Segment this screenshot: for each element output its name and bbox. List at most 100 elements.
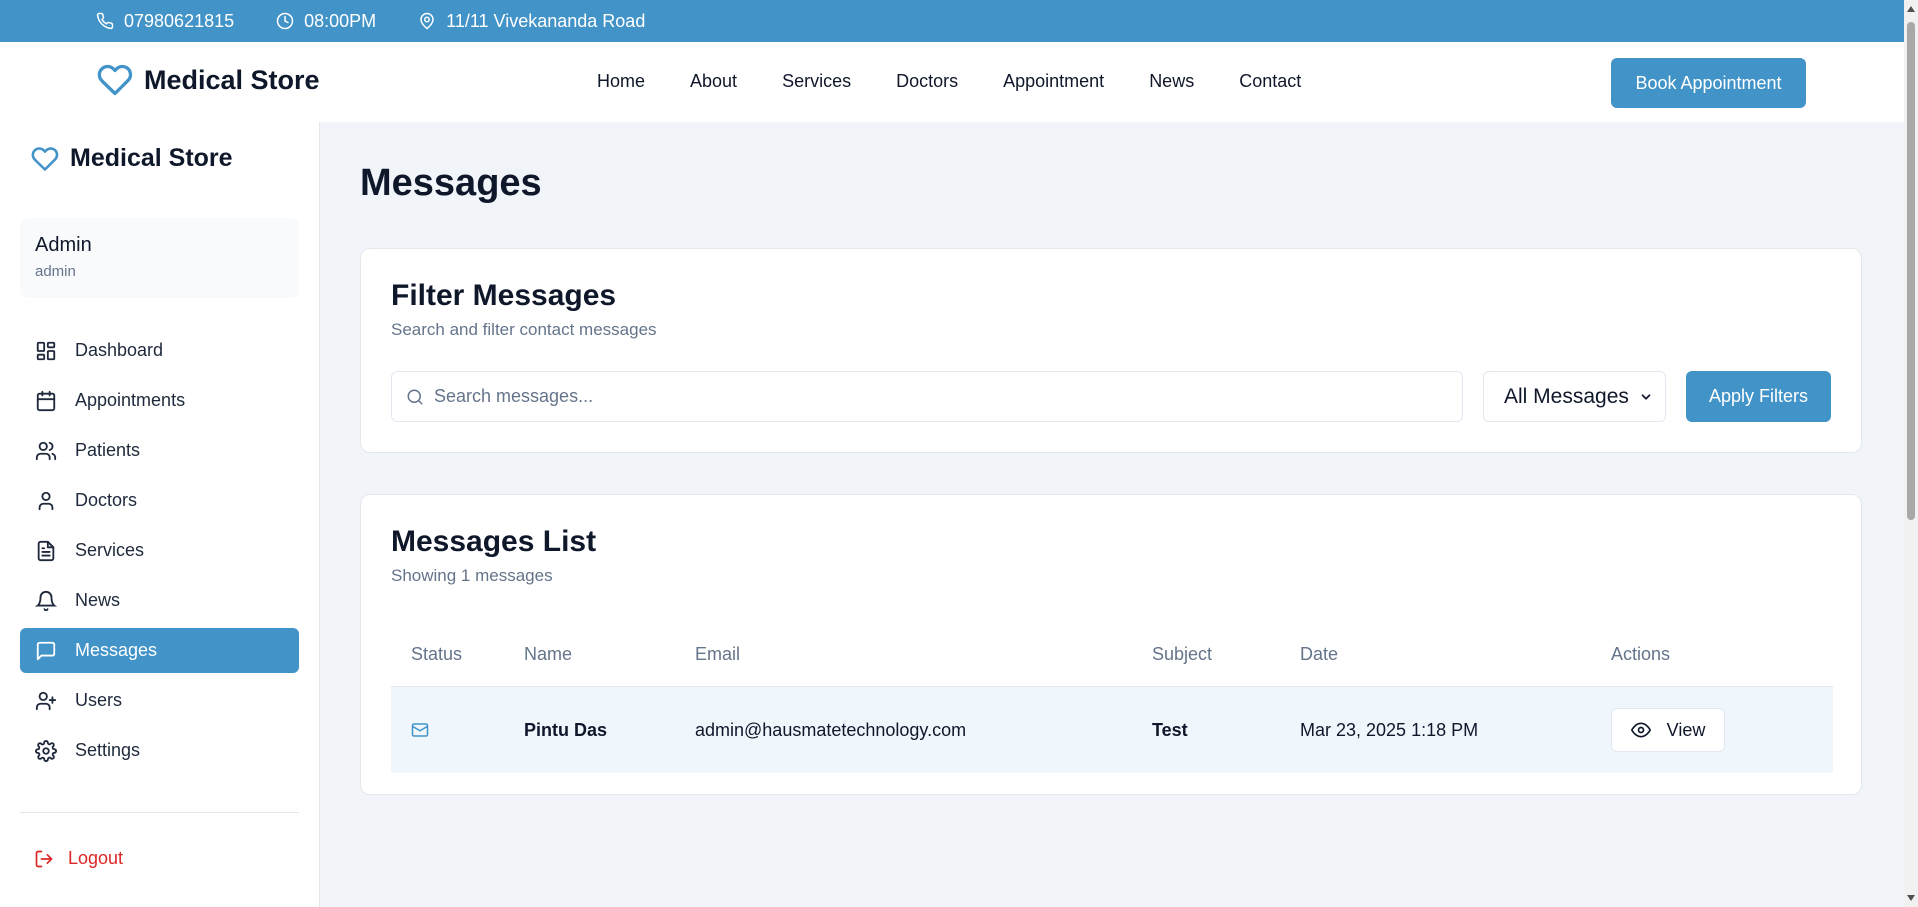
book-appointment-button[interactable]: Book Appointment: [1611, 58, 1806, 108]
gear-icon: [35, 739, 57, 762]
bell-icon: [35, 590, 57, 611]
sidebar-brand-name: Medical Store: [70, 144, 233, 172]
email-cell: admin@hausmatetechnology.com: [695, 719, 967, 740]
sidebar-item-users[interactable]: Users: [20, 678, 299, 723]
sidebar-item-label: Patients: [75, 440, 141, 460]
sidebar-item-patients[interactable]: Patients: [20, 428, 299, 473]
map-pin-icon: [420, 12, 434, 30]
sidebar-item-label: Services: [75, 540, 145, 560]
status-select[interactable]: All Messages: [1483, 371, 1666, 422]
main-content: Messages Filter Messages Search and filt…: [320, 122, 1904, 907]
time-text: 08:00PM: [304, 10, 377, 31]
logout-button[interactable]: Logout: [34, 848, 123, 869]
heart-icon: [97, 64, 133, 96]
sidebar-item-label: Doctors: [75, 490, 138, 510]
heart-icon: [31, 146, 59, 171]
subject-cell: Test: [1152, 719, 1188, 740]
column-header-date: Date: [1300, 644, 1339, 664]
user-icon: [38, 491, 54, 510]
nav-appointment[interactable]: Appointment: [1003, 71, 1104, 92]
sidebar-item-services[interactable]: Services: [20, 528, 299, 573]
phone-info: 07980621815: [96, 11, 234, 32]
sidebar-item-dashboard[interactable]: Dashboard: [20, 328, 299, 373]
sidebar-item-label: Settings: [75, 740, 141, 760]
users-icon: [35, 441, 57, 460]
table-header: Status Name Email Subject Date Actions: [391, 623, 1833, 687]
sidebar-menu: Dashboard Appointments Patients Doctors …: [20, 328, 299, 778]
message-square-icon: [36, 641, 56, 660]
messages-list-card: Messages List Showing 1 messages Status …: [360, 494, 1862, 795]
messages-list-title: Messages List: [391, 525, 597, 558]
filter-card: Filter Messages Search and filter contac…: [360, 248, 1862, 453]
chevron-down-icon: [1641, 393, 1651, 400]
phone-icon: [96, 12, 114, 30]
user-name: Admin: [35, 234, 92, 256]
header-brand[interactable]: Medical Store: [96, 62, 320, 98]
column-header-status: Status: [411, 644, 463, 664]
sidebar-item-label: Appointments: [75, 390, 186, 410]
view-button-label: View: [1666, 719, 1706, 740]
logout-label: Logout: [68, 848, 124, 868]
sidebar-item-messages[interactable]: Messages: [20, 628, 299, 673]
actions-cell: View: [1611, 708, 1833, 752]
scrollbar-thumb[interactable]: [1907, 22, 1915, 520]
eye-icon: [1630, 722, 1651, 738]
search-input[interactable]: [434, 386, 1434, 407]
calendar-icon: [36, 390, 56, 411]
nav-doctors[interactable]: Doctors: [896, 71, 958, 92]
header-brand-name: Medical Store: [144, 64, 320, 95]
table-row[interactable]: Pintu Das admin@hausmatetechnology.com T…: [391, 687, 1833, 773]
admin-sidebar: Medical Store Admin admin Dashboard Appo…: [0, 122, 320, 907]
status-select-value: All Messages: [1504, 384, 1629, 408]
nav-news[interactable]: News: [1149, 71, 1194, 92]
scroll-down-arrow[interactable]: [1907, 895, 1915, 901]
sidebar-item-label: Users: [75, 690, 123, 710]
mail-icon: [411, 723, 429, 737]
user-role: admin: [35, 263, 76, 280]
site-header: Medical Store Home About Services Doctor…: [0, 42, 1904, 122]
sidebar-item-label: Dashboard: [75, 340, 164, 360]
messages-table: Status Name Email Subject Date Actions P…: [391, 623, 1833, 773]
messages-list-subtitle: Showing 1 messages: [391, 566, 553, 585]
top-info-bar: 07980621815 08:00PM 11/11 Vivekananda Ro…: [0, 0, 1918, 42]
main-nav: Home About Services Doctors Appointment …: [597, 71, 1346, 92]
sidebar-item-news[interactable]: News: [20, 578, 299, 623]
nav-contact[interactable]: Contact: [1239, 71, 1301, 92]
user-plus-icon: [35, 691, 57, 710]
sidebar-item-doctors[interactable]: Doctors: [20, 478, 299, 523]
apply-filters-button[interactable]: Apply Filters: [1686, 371, 1831, 422]
column-header-name: Name: [524, 644, 573, 664]
sidebar-item-label: Messages: [75, 640, 158, 660]
nav-about[interactable]: About: [690, 71, 737, 92]
logout-icon: [35, 850, 53, 867]
user-card: Admin admin: [20, 218, 299, 298]
time-info: 08:00PM: [276, 11, 376, 32]
nav-services[interactable]: Services: [782, 71, 851, 92]
page-scrollbar[interactable]: [1904, 0, 1918, 907]
phone-text: 07980621815: [124, 10, 235, 31]
column-header-subject: Subject: [1152, 644, 1213, 664]
address-info: 11/11 Vivekananda Road: [418, 11, 645, 32]
filter-card-subtitle: Search and filter contact messages: [391, 320, 657, 339]
file-text-icon: [37, 540, 55, 561]
status-cell: [391, 721, 524, 739]
sidebar-brand[interactable]: Medical Store: [30, 144, 233, 173]
filter-card-title: Filter Messages: [391, 279, 617, 312]
sidebar-item-appointments[interactable]: Appointments: [20, 378, 299, 423]
scroll-up-arrow[interactable]: [1907, 6, 1915, 12]
clock-icon: [276, 12, 294, 30]
column-header-email: Email: [695, 644, 741, 664]
sidebar-item-settings[interactable]: Settings: [20, 728, 299, 773]
search-icon: [407, 389, 423, 404]
date-cell: Mar 23, 2025 1:18 PM: [1300, 719, 1479, 740]
search-box: [391, 371, 1463, 422]
name-cell: Pintu Das: [524, 719, 608, 740]
page-title: Messages: [360, 162, 542, 204]
sidebar-divider: [20, 812, 299, 813]
sidebar-item-label: News: [75, 590, 121, 610]
nav-home[interactable]: Home: [597, 71, 645, 92]
dashboard-icon: [36, 341, 56, 360]
view-button[interactable]: View: [1611, 708, 1725, 752]
column-header-actions: Actions: [1611, 644, 1671, 664]
address-text: 11/11 Vivekananda Road: [446, 10, 646, 31]
